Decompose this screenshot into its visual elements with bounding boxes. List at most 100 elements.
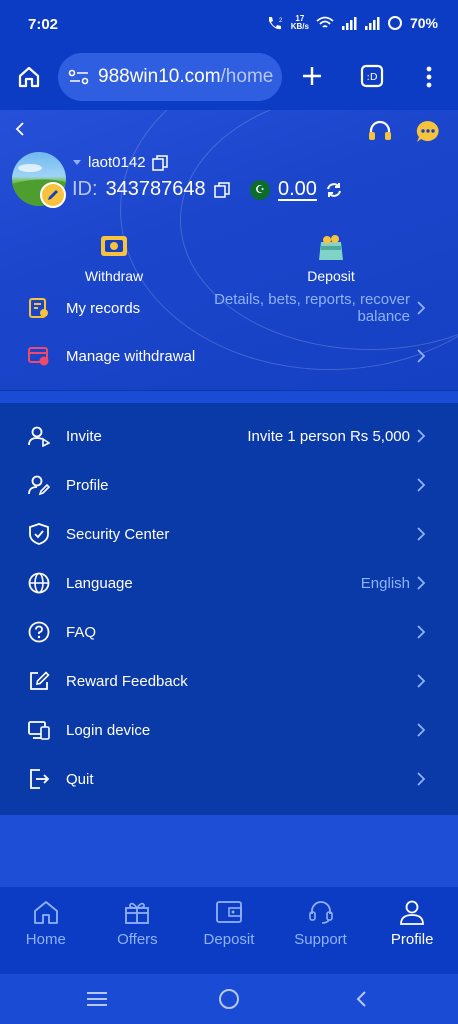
tab-offers[interactable]: Offers: [92, 887, 184, 974]
deposit-wallet-icon: [319, 235, 343, 260]
globe-icon: [26, 570, 52, 596]
pencil-icon: [48, 190, 58, 200]
caret-down-icon: [73, 159, 81, 165]
chat-bubble-icon: [416, 120, 439, 142]
card-settings-icon: [26, 343, 52, 369]
tab-switcher-button[interactable]: :D: [358, 62, 386, 90]
username-row: laot0142: [72, 154, 168, 171]
system-home-button[interactable]: [216, 986, 242, 1012]
user-id: 343787648: [105, 178, 206, 200]
tab-profile[interactable]: Profile: [366, 887, 458, 974]
gift-icon: [125, 902, 150, 924]
user-id-row: ID: 343787648: [72, 178, 230, 201]
edit-avatar-button[interactable]: [40, 182, 66, 208]
pakistan-flag-icon: ☪: [250, 179, 270, 200]
messages-button[interactable]: [414, 118, 442, 146]
url-path: /home: [220, 66, 274, 87]
svg-text:2: 2: [279, 18, 283, 24]
wifi-icon: [316, 16, 334, 28]
browser-home-button[interactable]: [14, 62, 44, 92]
tabs-icon: :D: [360, 64, 384, 88]
tab-support[interactable]: Support: [275, 887, 367, 974]
tab-deposit[interactable]: Deposit: [183, 887, 275, 974]
section-divider: [0, 391, 458, 403]
menu-item-label: Language: [66, 574, 133, 592]
menu-item-invite[interactable]: Invite Invite 1 person Rs 5,000: [0, 412, 458, 460]
menu-item-language[interactable]: Language English: [0, 559, 458, 607]
tab-home[interactable]: Home: [0, 887, 92, 974]
battery-percent: 70%: [409, 15, 438, 31]
withdraw-button[interactable]: Withdraw: [59, 232, 169, 284]
menu-item-label: FAQ: [66, 623, 97, 641]
balance-value: 0.00: [278, 178, 317, 200]
devices-icon: [26, 717, 52, 743]
chevron-right-icon: [416, 718, 430, 742]
logout-icon: [26, 766, 52, 792]
new-tab-button[interactable]: [298, 62, 326, 90]
more-vertical-icon: [426, 66, 432, 88]
home-icon: [33, 901, 58, 924]
site-settings-icon: [68, 69, 89, 85]
withdraw-label: Withdraw: [84, 268, 144, 284]
shield-icon: [26, 521, 52, 547]
url-host: 988win10.com: [98, 66, 221, 87]
menu-item-label: Security Center: [66, 525, 170, 543]
refresh-icon[interactable]: [325, 181, 343, 199]
menu-item-label: Profile: [66, 476, 109, 494]
profile-edit-icon: [26, 472, 52, 498]
chevron-right-icon: [416, 522, 430, 546]
menu-item-value: English: [360, 574, 410, 592]
headset-icon: [369, 120, 391, 140]
menu-item-device[interactable]: Login device: [0, 706, 458, 754]
id-label: ID:: [72, 178, 98, 200]
deposit-label: Deposit: [307, 268, 355, 284]
balance-row: ☪ 0.00: [250, 178, 343, 201]
menu-item-feedback[interactable]: Reward Feedback: [0, 657, 458, 705]
menu-lines-icon: [87, 992, 107, 1006]
menu-item-quit[interactable]: Quit: [0, 755, 458, 803]
wallet-icon: [216, 901, 242, 923]
signal-icon-2: [364, 17, 380, 30]
menu-item-label: Quit: [66, 770, 94, 788]
system-back-button[interactable]: [348, 986, 374, 1012]
chevron-right-icon: [416, 620, 430, 644]
chevron-right-icon: [416, 571, 430, 595]
manage-withdrawal-label: Manage withdrawal: [66, 347, 196, 365]
menu-item-profile[interactable]: Profile: [0, 461, 458, 509]
content-spacer: [0, 815, 458, 887]
menu-item-label: Invite: [66, 427, 102, 445]
menu-item-label: Reward Feedback: [66, 672, 188, 690]
tab-label: Offers: [117, 931, 158, 948]
headset-icon: [308, 901, 333, 924]
menu-item-security[interactable]: Security Center: [0, 510, 458, 558]
records-label: My records: [66, 299, 141, 317]
status-icons: 2 17 KB/s 70%: [266, 15, 438, 31]
deposit-button[interactable]: Deposit: [276, 232, 386, 284]
chevron-left-icon: [356, 991, 366, 1007]
battery-ring-icon: [387, 16, 402, 30]
back-button[interactable]: [10, 118, 30, 140]
records-icon: [26, 295, 52, 321]
my-records-row[interactable]: My records Details, bets, reports, recov…: [0, 284, 458, 332]
manage-withdrawal-row[interactable]: Manage withdrawal: [0, 332, 458, 380]
recent-apps-button[interactable]: [84, 986, 110, 1012]
chevron-left-icon: [15, 122, 24, 136]
address-bar[interactable]: 988win10.com/home: [58, 53, 282, 101]
chevron-right-icon: [416, 669, 430, 693]
invite-icon: [26, 423, 52, 449]
browser-menu-button[interactable]: [418, 62, 440, 92]
menu-item-label: Login device: [66, 721, 151, 739]
copy-icon[interactable]: [151, 154, 168, 171]
menu-item-faq[interactable]: FAQ: [0, 608, 458, 656]
circle-home-icon: [219, 989, 239, 1009]
customer-service-button[interactable]: [366, 118, 394, 146]
tab-label: Profile: [390, 931, 434, 948]
username: laot0142: [88, 154, 146, 171]
chevron-right-icon: [416, 473, 430, 497]
chevron-right-icon: [416, 767, 430, 791]
signal-icon: [341, 17, 357, 30]
bottom-tab-bar: Home Offers Deposit Support Profile: [0, 887, 458, 974]
copy-id-icon[interactable]: [213, 181, 230, 198]
call-wifi-icon: 2: [268, 17, 283, 30]
home-icon: [18, 66, 40, 88]
